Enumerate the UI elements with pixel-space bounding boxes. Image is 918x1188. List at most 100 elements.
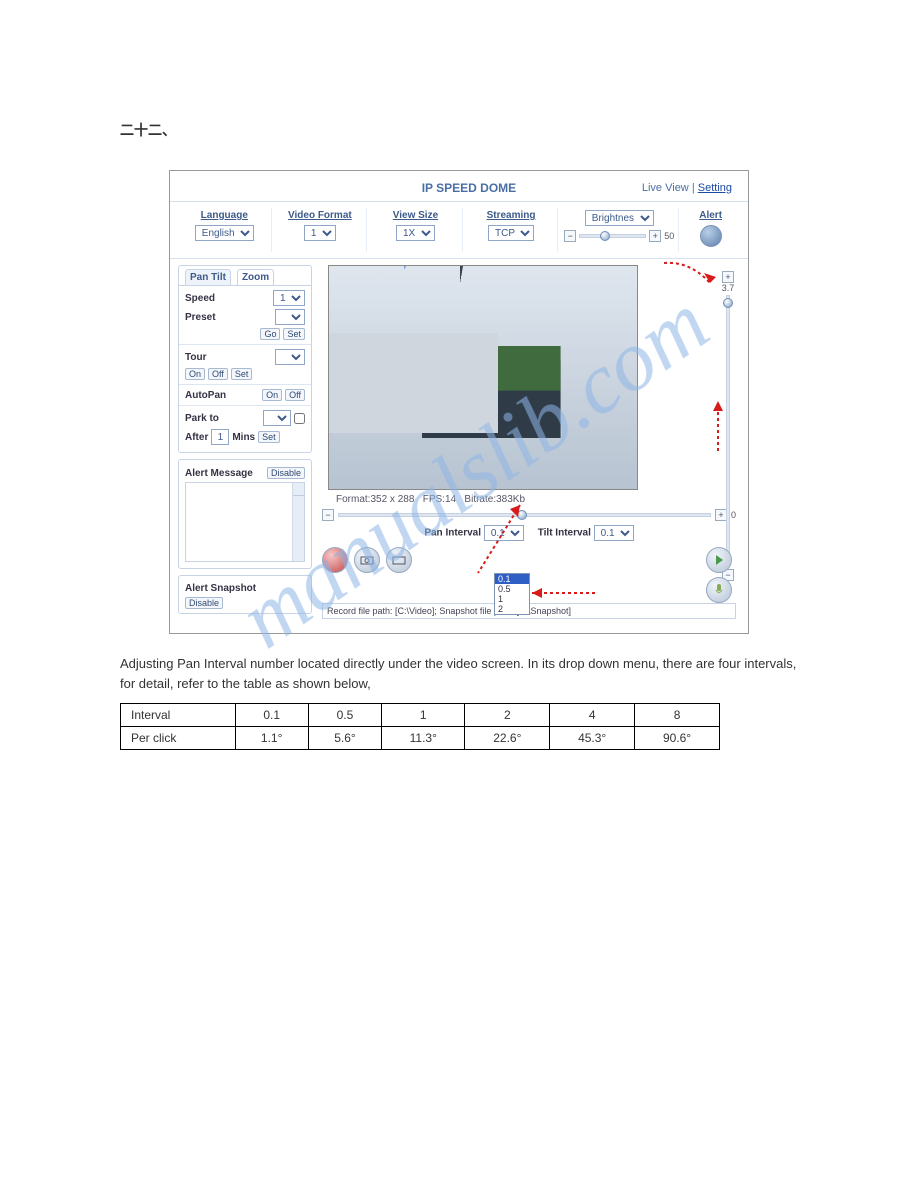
th-interval: Interval [121, 704, 236, 727]
speaker-button[interactable] [706, 547, 732, 573]
cell: 11.3° [382, 727, 465, 750]
autopan-on-button[interactable]: On [262, 389, 282, 401]
liveview-link[interactable]: Live View [642, 182, 689, 194]
cell: 2 [465, 704, 550, 727]
speaker-icon [716, 555, 723, 565]
body-row: Pan Tilt Zoom Speed 1 Preset Go Set Tour [170, 259, 748, 633]
streaming-label: Streaming [469, 210, 554, 221]
left-column: Pan Tilt Zoom Speed 1 Preset Go Set Tour [178, 265, 312, 623]
alert-label: Alert [685, 210, 736, 221]
alert-message-panel: Alert Message Disable [178, 459, 312, 569]
preset-set-button[interactable]: Set [283, 328, 305, 340]
tab-zoom[interactable]: Zoom [237, 269, 274, 285]
interval-row: Pan Interval 0.1 Tilt Interval 0.1 [318, 525, 740, 541]
parkto-select[interactable] [263, 410, 291, 426]
camera-image-icon [329, 266, 637, 489]
pan-minus-button[interactable]: − [322, 509, 334, 521]
alert-button[interactable] [700, 225, 722, 247]
after-input[interactable] [211, 429, 229, 445]
video-display[interactable] [328, 265, 638, 490]
option-2[interactable]: 2 [495, 604, 529, 614]
tilt-value: 3.7 [722, 283, 735, 293]
tilt-interval-label: Tilt Interval [538, 528, 591, 539]
viewsize-select[interactable]: 1X [396, 225, 435, 241]
after-unit: Mins [232, 432, 255, 443]
tour-set-button[interactable]: Set [231, 368, 253, 380]
top-links: Live View | Setting [642, 182, 732, 194]
cell: 90.6° [635, 727, 720, 750]
option-1[interactable]: 1 [495, 594, 529, 604]
brightness-minus[interactable]: − [564, 230, 576, 242]
cell: 4 [550, 704, 635, 727]
videoformat-select[interactable]: 1 [304, 225, 336, 241]
callout-arrow-icon [660, 259, 720, 293]
mic-button[interactable] [706, 577, 732, 603]
record-button[interactable] [322, 547, 348, 573]
mic-icon [714, 583, 724, 597]
videoformat-label: Video Format [278, 210, 363, 221]
ui-screenshot: IP SPEED DOME Live View | Setting Langua… [169, 170, 749, 634]
speed-select[interactable]: 1 [273, 290, 305, 306]
tour-on-button[interactable]: On [185, 368, 205, 380]
autopan-label: AutoPan [185, 390, 226, 401]
th-perclick: Per click [121, 727, 236, 750]
menu-view-size: View Size 1X [369, 208, 463, 252]
after-set-button[interactable]: Set [258, 431, 280, 443]
ptz-panel: Pan Tilt Zoom Speed 1 Preset Go Set Tour [178, 265, 312, 453]
preset-go-button[interactable]: Go [260, 328, 280, 340]
streaming-select[interactable]: TCP [488, 225, 534, 241]
alertsnap-disable-button[interactable]: Disable [185, 597, 223, 609]
viewsize-label: View Size [373, 210, 458, 221]
parkto-checkbox[interactable] [294, 413, 305, 424]
table-row: Per click 1.1° 5.6° 11.3° 22.6° 45.3° 90… [121, 727, 720, 750]
alertmsg-label: Alert Message [185, 468, 253, 479]
format-value: Format:352 x 288 [336, 494, 414, 505]
paragraph: Adjusting Pan Interval number located di… [120, 654, 798, 693]
cell: 1.1° [235, 727, 308, 750]
video-stats: Format:352 x 288 FPS:14 Bitrate:383Kb [336, 494, 740, 505]
menu-row: Language English Video Format 1 View Siz… [170, 201, 748, 259]
speed-label: Speed [185, 293, 215, 304]
cell: 45.3° [550, 727, 635, 750]
cell: 0.1 [235, 704, 308, 727]
path-button[interactable] [386, 547, 412, 573]
cell: 1 [382, 704, 465, 727]
callout-arrow-icon [710, 395, 726, 458]
cell: 22.6° [465, 727, 550, 750]
tab-pantilt[interactable]: Pan Tilt [185, 269, 231, 285]
pan-slider[interactable]: − + 0 [322, 509, 736, 521]
snapshot-button[interactable] [354, 547, 380, 573]
tilt-interval-select[interactable]: 0.1 [594, 525, 634, 541]
setting-link[interactable]: Setting [698, 182, 732, 194]
right-column: + 3.7 − Format:352 x 288 FPS:14 Bitrate:… [318, 265, 740, 623]
menu-language: Language English [178, 208, 272, 252]
tour-select[interactable] [275, 349, 305, 365]
menu-streaming: Streaming TCP [465, 208, 559, 252]
tour-label: Tour [185, 352, 206, 363]
table-row: Interval 0.1 0.5 1 2 4 8 [121, 704, 720, 727]
interval-table: Interval 0.1 0.5 1 2 4 8 Per click 1.1° … [120, 703, 720, 750]
menu-video-format: Video Format 1 [274, 208, 368, 252]
autopan-off-button[interactable]: Off [285, 389, 305, 401]
alert-message-area[interactable] [185, 482, 305, 562]
brightness-value: 50 [664, 231, 674, 241]
menu-alert: Alert [681, 208, 740, 252]
brightness-slider[interactable] [579, 234, 646, 238]
callout-arrow-icon [528, 585, 608, 604]
section-heading: 二十二、 [120, 120, 858, 140]
tour-off-button[interactable]: Off [208, 368, 228, 380]
title-bar: IP SPEED DOME Live View | Setting [170, 171, 748, 201]
scrollbar-icon[interactable] [292, 483, 304, 561]
alert-snapshot-panel: Alert Snapshot Disable [178, 575, 312, 614]
language-select[interactable]: English [195, 225, 254, 241]
app-title: IP SPEED DOME [296, 181, 642, 195]
media-controls [322, 547, 736, 573]
parkto-label: Park to [185, 413, 219, 424]
tilt-plus-button[interactable]: + [722, 271, 734, 283]
preset-select[interactable] [275, 309, 305, 325]
brightness-select[interactable]: Brightnes [585, 210, 654, 226]
option-0-5[interactable]: 0.5 [495, 584, 529, 594]
alertmsg-disable-button[interactable]: Disable [267, 467, 305, 479]
cell: 5.6° [308, 727, 381, 750]
brightness-plus[interactable]: + [649, 230, 661, 242]
